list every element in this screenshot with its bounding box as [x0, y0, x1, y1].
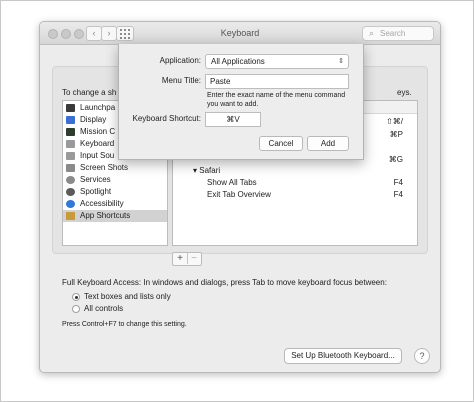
screenshot-frame: ‹ › Keyboard ⌕ Search To change a sh eys… [0, 0, 474, 402]
radio-label: Text boxes and lists only [84, 292, 171, 301]
radio-selected-icon[interactable] [72, 293, 80, 301]
add-shortcut-sheet: Application: All Applications ⇕ Menu Tit… [118, 44, 364, 160]
category-label: Launchpa [80, 103, 116, 112]
add-button[interactable]: Add [307, 136, 349, 151]
category-label: Accessibility [80, 199, 124, 208]
category-label: Keyboard [80, 139, 115, 148]
category-label: Input Sou [80, 151, 115, 160]
mission-control-icon [66, 128, 75, 136]
app-shortcuts-icon [66, 212, 75, 220]
menu-title-input[interactable]: Paste [205, 74, 349, 89]
add-shortcut-button[interactable]: + [173, 253, 188, 264]
keyboard-shortcut-label: Keyboard Shortcut: [132, 114, 201, 123]
menu-title-value: Paste [210, 77, 231, 86]
shortcut-key: ⌘P [389, 130, 403, 139]
application-label: Application: [159, 56, 201, 65]
safari-group[interactable]: ▾ Safari [193, 165, 220, 177]
radio-label: All controls [84, 304, 124, 313]
keyboard-preferences-window: ‹ › Keyboard ⌕ Search To change a sh eys… [39, 21, 441, 373]
application-select[interactable]: All Applications ⇕ [205, 54, 349, 69]
control-f7-hint: Press Control+F7 to change this setting. [62, 321, 187, 328]
launchpad-icon [66, 104, 75, 112]
disclosure-triangle-icon[interactable]: ▾ [193, 166, 197, 175]
shortcut-key[interactable]: F4 [394, 177, 403, 189]
full-keyboard-access-label: Full Keyboard Access: In windows and dia… [62, 278, 387, 287]
shortcut-key: ⌘G [388, 155, 403, 164]
category-accessibility[interactable]: Accessibility [63, 198, 167, 210]
add-remove-control: + − [172, 252, 202, 266]
menu-title-label: Menu Title: [161, 76, 201, 85]
instructions-text: To change a sh [62, 88, 117, 97]
category-spotlight[interactable]: Spotlight [63, 186, 167, 198]
radio-unselected-icon[interactable] [72, 305, 80, 313]
application-value: All Applications [211, 57, 265, 66]
search-field[interactable]: ⌕ Search [362, 26, 434, 41]
keyboard-icon [66, 140, 75, 148]
category-label: Display [80, 115, 107, 124]
set-up-bluetooth-keyboard-button[interactable]: Set Up Bluetooth Keyboard... [284, 348, 402, 364]
shortcut-key: ⇧⌘/ [386, 117, 403, 126]
category-label: Screen Shots [80, 163, 129, 172]
spotlight-icon [66, 188, 75, 196]
instructions-text-right: eys. [397, 88, 412, 97]
category-label: Services [80, 175, 111, 184]
input-sources-icon [66, 152, 75, 160]
title-bar: ‹ › Keyboard ⌕ Search [40, 22, 440, 45]
shortcut-key[interactable]: F4 [394, 189, 403, 201]
accessibility-icon [66, 200, 75, 208]
select-arrows-icon: ⇕ [338, 58, 344, 65]
search-placeholder: Search [380, 29, 406, 38]
category-screen-shots[interactable]: Screen Shots [63, 162, 167, 174]
display-icon [66, 116, 75, 124]
category-label: Mission C [80, 127, 116, 136]
screenshot-icon [66, 164, 75, 172]
keyboard-shortcut-field[interactable]: ⌘V [205, 112, 261, 127]
category-label: App Shortcuts [80, 211, 131, 220]
help-button[interactable]: ? [414, 348, 430, 364]
shortcut-row[interactable]: Exit Tab Overview F4 [173, 189, 417, 201]
shortcut-name: Exit Tab Overview [207, 190, 271, 199]
shortcut-name: Show All Tabs [207, 178, 257, 187]
search-icon: ⌕ [369, 28, 375, 38]
menu-title-help: Enter the exact name of the menu command… [207, 92, 346, 108]
category-label: Spotlight [80, 187, 112, 196]
remove-shortcut-button[interactable]: − [187, 253, 201, 264]
gear-icon [66, 176, 75, 184]
category-services[interactable]: Services [63, 174, 167, 186]
shortcut-row[interactable]: Show All Tabs F4 [173, 177, 417, 189]
category-app-shortcuts[interactable]: App Shortcuts [63, 210, 167, 222]
group-label: Safari [199, 166, 221, 175]
cancel-button[interactable]: Cancel [259, 136, 303, 151]
